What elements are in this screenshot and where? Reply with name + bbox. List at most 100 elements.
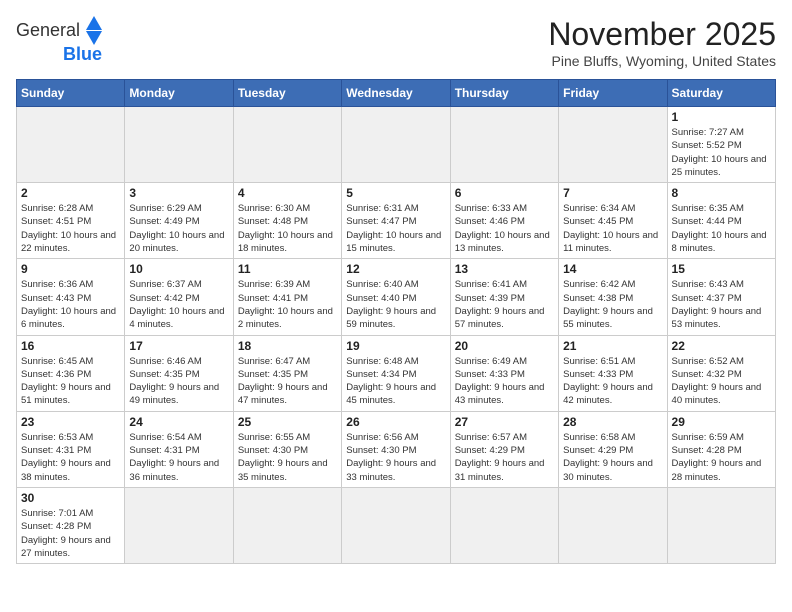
table-row: 22 Sunrise: 6:52 AM Sunset: 4:32 PM Dayli… <box>667 335 775 411</box>
day-number: 8 <box>672 186 771 200</box>
table-row: 11Sunrise: 6:39 AM Sunset: 4:41 PM Dayli… <box>233 259 341 335</box>
logo-text-blue: Blue <box>63 45 102 65</box>
day-number: 14 <box>563 262 662 276</box>
day-info: Sunrise: 6:59 AM Sunset: 4:28 PM Dayligh… <box>672 431 771 484</box>
table-row: 28Sunrise: 6:58 AM Sunset: 4:29 PM Dayli… <box>559 411 667 487</box>
col-wednesday: Wednesday <box>342 80 450 107</box>
table-row: 16Sunrise: 6:45 AM Sunset: 4:36 PM Dayli… <box>17 335 125 411</box>
day-info: Sunrise: 6:57 AM Sunset: 4:29 PM Dayligh… <box>455 431 554 484</box>
day-info: Sunrise: 6:51 AM Sunset: 4:33 PM Dayligh… <box>563 355 662 408</box>
table-row: 20Sunrise: 6:49 AM Sunset: 4:33 PM Dayli… <box>450 335 558 411</box>
day-number: 24 <box>129 415 228 429</box>
page-header: General Blue November 2025 Pine Bluffs, … <box>16 16 776 69</box>
day-number: 18 <box>238 339 337 353</box>
day-info: Sunrise: 6:29 AM Sunset: 4:49 PM Dayligh… <box>129 202 228 255</box>
day-number: 12 <box>346 262 445 276</box>
day-number: 20 <box>455 339 554 353</box>
calendar-week-row: 2Sunrise: 6:28 AM Sunset: 4:51 PM Daylig… <box>17 183 776 259</box>
day-number: 9 <box>21 262 120 276</box>
calendar-week-row: 30 Sunrise: 7:01 AM Sunset: 4:28 PM Dayli… <box>17 487 776 563</box>
table-row <box>342 107 450 183</box>
day-info: Sunrise: 7:01 AM Sunset: 4:28 PM Dayligh… <box>21 507 120 560</box>
calendar-week-row: 9Sunrise: 6:36 AM Sunset: 4:43 PM Daylig… <box>17 259 776 335</box>
day-info: Sunrise: 6:35 AM Sunset: 4:44 PM Dayligh… <box>672 202 771 255</box>
day-info: Sunrise: 6:37 AM Sunset: 4:42 PM Dayligh… <box>129 278 228 331</box>
table-row: 7Sunrise: 6:34 AM Sunset: 4:45 PM Daylig… <box>559 183 667 259</box>
day-number: 26 <box>346 415 445 429</box>
title-area: November 2025 Pine Bluffs, Wyoming, Unit… <box>548 16 776 69</box>
day-number: 29 <box>672 415 771 429</box>
day-number: 10 <box>129 262 228 276</box>
logo: General Blue <box>16 16 102 65</box>
day-number: 5 <box>346 186 445 200</box>
table-row: 18 Sunrise: 6:47 AM Sunset: 4:35 PM Dayli… <box>233 335 341 411</box>
day-info: Sunrise: 6:41 AM Sunset: 4:39 PM Dayligh… <box>455 278 554 331</box>
table-row <box>667 487 775 563</box>
day-info: Sunrise: 6:43 AM Sunset: 4:37 PM Dayligh… <box>672 278 771 331</box>
table-row: 23 Sunrise: 6:53 AM Sunset: 4:31 PM Dayli… <box>17 411 125 487</box>
table-row: 10 Sunrise: 6:37 AM Sunset: 4:42 PM Dayli… <box>125 259 233 335</box>
day-info: Sunrise: 6:48 AM Sunset: 4:34 PM Dayligh… <box>346 355 445 408</box>
table-row: 25Sunrise: 6:55 AM Sunset: 4:30 PM Dayli… <box>233 411 341 487</box>
table-row: 21 Sunrise: 6:51 AM Sunset: 4:33 PM Dayli… <box>559 335 667 411</box>
col-sunday: Sunday <box>17 80 125 107</box>
calendar-week-row: 23 Sunrise: 6:53 AM Sunset: 4:31 PM Dayli… <box>17 411 776 487</box>
table-row <box>450 107 558 183</box>
table-row: 1Sunrise: 7:27 AM Sunset: 5:52 PM Daylig… <box>667 107 775 183</box>
table-row: 5Sunrise: 6:31 AM Sunset: 4:47 PM Daylig… <box>342 183 450 259</box>
table-row: 2Sunrise: 6:28 AM Sunset: 4:51 PM Daylig… <box>17 183 125 259</box>
col-tuesday: Tuesday <box>233 80 341 107</box>
day-info: Sunrise: 6:52 AM Sunset: 4:32 PM Dayligh… <box>672 355 771 408</box>
col-thursday: Thursday <box>450 80 558 107</box>
day-number: 6 <box>455 186 554 200</box>
day-number: 11 <box>238 262 337 276</box>
table-row <box>342 487 450 563</box>
day-info: Sunrise: 7:27 AM Sunset: 5:52 PM Dayligh… <box>672 126 771 179</box>
table-row: 29 Sunrise: 6:59 AM Sunset: 4:28 PM Dayli… <box>667 411 775 487</box>
table-row <box>559 487 667 563</box>
col-monday: Monday <box>125 80 233 107</box>
day-info: Sunrise: 6:47 AM Sunset: 4:35 PM Dayligh… <box>238 355 337 408</box>
month-title: November 2025 <box>548 16 776 53</box>
table-row: 27Sunrise: 6:57 AM Sunset: 4:29 PM Dayli… <box>450 411 558 487</box>
table-row: 19 Sunrise: 6:48 AM Sunset: 4:34 PM Dayli… <box>342 335 450 411</box>
table-row <box>233 487 341 563</box>
calendar-week-row: 16Sunrise: 6:45 AM Sunset: 4:36 PM Dayli… <box>17 335 776 411</box>
day-number: 7 <box>563 186 662 200</box>
table-row: 24Sunrise: 6:54 AM Sunset: 4:31 PM Dayli… <box>125 411 233 487</box>
table-row <box>559 107 667 183</box>
table-row: 15 Sunrise: 6:43 AM Sunset: 4:37 PM Dayli… <box>667 259 775 335</box>
table-row <box>125 487 233 563</box>
table-row <box>17 107 125 183</box>
table-row: 26Sunrise: 6:56 AM Sunset: 4:30 PM Dayli… <box>342 411 450 487</box>
day-number: 19 <box>346 339 445 353</box>
calendar-table: Sunday Monday Tuesday Wednesday Thursday… <box>16 79 776 564</box>
table-row <box>125 107 233 183</box>
table-row: 14 Sunrise: 6:42 AM Sunset: 4:38 PM Dayli… <box>559 259 667 335</box>
table-row: 6Sunrise: 6:33 AM Sunset: 4:46 PM Daylig… <box>450 183 558 259</box>
location: Pine Bluffs, Wyoming, United States <box>548 53 776 69</box>
calendar-header-row: Sunday Monday Tuesday Wednesday Thursday… <box>17 80 776 107</box>
day-number: 30 <box>21 491 120 505</box>
day-info: Sunrise: 6:45 AM Sunset: 4:36 PM Dayligh… <box>21 355 120 408</box>
table-row <box>233 107 341 183</box>
logo-text-general: General <box>16 21 80 41</box>
table-row: 30 Sunrise: 7:01 AM Sunset: 4:28 PM Dayli… <box>17 487 125 563</box>
table-row <box>450 487 558 563</box>
table-row: 3Sunrise: 6:29 AM Sunset: 4:49 PM Daylig… <box>125 183 233 259</box>
day-number: 25 <box>238 415 337 429</box>
day-number: 17 <box>129 339 228 353</box>
day-number: 4 <box>238 186 337 200</box>
day-number: 15 <box>672 262 771 276</box>
col-saturday: Saturday <box>667 80 775 107</box>
day-info: Sunrise: 6:42 AM Sunset: 4:38 PM Dayligh… <box>563 278 662 331</box>
day-info: Sunrise: 6:53 AM Sunset: 4:31 PM Dayligh… <box>21 431 120 484</box>
table-row: 12Sunrise: 6:40 AM Sunset: 4:40 PM Dayli… <box>342 259 450 335</box>
table-row: 8 Sunrise: 6:35 AM Sunset: 4:44 PM Daylig… <box>667 183 775 259</box>
day-number: 22 <box>672 339 771 353</box>
day-number: 13 <box>455 262 554 276</box>
day-number: 21 <box>563 339 662 353</box>
table-row: 9Sunrise: 6:36 AM Sunset: 4:43 PM Daylig… <box>17 259 125 335</box>
table-row: 17Sunrise: 6:46 AM Sunset: 4:35 PM Dayli… <box>125 335 233 411</box>
day-number: 23 <box>21 415 120 429</box>
